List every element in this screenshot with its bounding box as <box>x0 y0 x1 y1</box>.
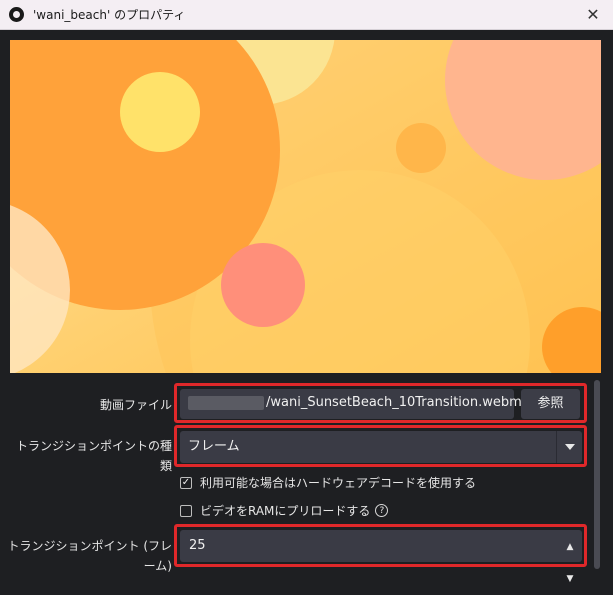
window-title: 'wani_beach' のプロパティ <box>33 8 186 22</box>
close-button[interactable]: ✕ <box>573 0 613 30</box>
transition-type-value: フレーム <box>188 439 240 454</box>
preload-ram-checkbox[interactable] <box>180 504 192 517</box>
transition-type-label: トランジションポイントの種類 <box>15 439 172 473</box>
preview-image <box>10 40 601 373</box>
hardware-decode-checkbox[interactable]: ✓ <box>180 476 192 489</box>
properties-form: 動画ファイル /wani_SunsetBeach_10Transition.we… <box>0 373 613 584</box>
video-file-input[interactable]: /wani_SunsetBeach_10Transition.webm <box>180 389 522 419</box>
hardware-decode-row[interactable]: ✓ 利用可能な場合はハードウェアデコードを使用する <box>180 474 476 491</box>
obs-app-icon <box>9 7 24 22</box>
dropdown-arrow-icon[interactable] <box>556 431 582 463</box>
spin-down-icon[interactable]: ▼ <box>560 563 580 595</box>
title-bar: 'wani_beach' のプロパティ ✕ <box>0 0 613 30</box>
scrollbar-thumb[interactable] <box>594 380 600 569</box>
scrollbar[interactable] <box>594 380 600 569</box>
hardware-decode-label: 利用可能な場合はハードウェアデコードを使用する <box>200 476 477 490</box>
video-file-label: 動画ファイル <box>99 398 172 412</box>
redacted-path <box>188 396 264 410</box>
preload-ram-label: ビデオをRAMにプリロードする <box>200 504 371 518</box>
video-file-path: /wani_SunsetBeach_10Transition.webm <box>266 395 522 410</box>
video-preview <box>10 40 601 373</box>
browse-button[interactable]: 参照 <box>521 389 580 419</box>
preload-ram-row[interactable]: ビデオをRAMにプリロードする ? <box>180 502 389 519</box>
help-icon[interactable]: ? <box>375 504 389 517</box>
transition-point-spinbox[interactable]: 25 ▲ ▼ <box>180 530 582 584</box>
transition-type-select[interactable]: フレーム <box>180 431 582 463</box>
transition-point-value: 25 <box>189 538 206 553</box>
spin-buttons: ▲ ▼ <box>560 531 580 584</box>
spin-up-icon[interactable]: ▲ <box>560 531 580 563</box>
transition-point-label: トランジションポイント (フレーム) <box>7 539 173 573</box>
